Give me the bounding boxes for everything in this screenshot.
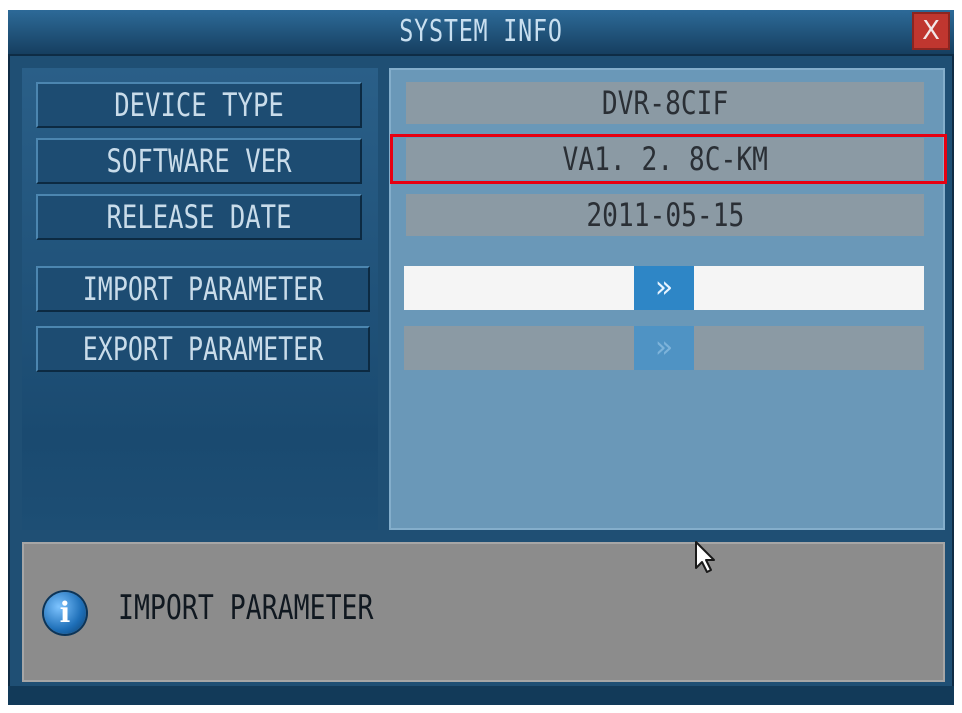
import-parameter-field[interactable]: » [404,266,924,310]
release-date-label: RELEASE DATE [106,198,292,236]
close-button[interactable]: X [912,12,950,50]
import-parameter-label-box[interactable]: IMPORT PARAMETER [36,266,370,312]
status-bar: i IMPORT PARAMETER [22,542,945,682]
export-parameter-label-box[interactable]: EXPORT PARAMETER [36,326,370,372]
export-parameter-right-bar [694,326,924,370]
info-icon: i [44,592,86,634]
release-date-label-box: RELEASE DATE [36,194,362,240]
system-info-window: SYSTEM INFO X DEVICE TYPE DVR-8CIF SOFTW… [8,10,954,705]
export-parameter-field[interactable]: » [404,326,924,370]
import-parameter-right-bar [694,266,924,310]
export-parameter-label: EXPORT PARAMETER [82,330,324,368]
device-type-label-box: DEVICE TYPE [36,82,362,128]
device-type-value-text: DVR-8CIF [601,84,729,122]
status-text: IMPORT PARAMETER [118,588,374,628]
release-date-value-text: 2011-05-15 [586,196,744,234]
software-ver-highlight-box [390,134,947,184]
bottom-strip [8,686,954,705]
import-parameter-arrow-button[interactable]: » [634,266,694,310]
title-bar: SYSTEM INFO X [8,10,954,56]
release-date-value: 2011-05-15 [406,194,924,236]
export-parameter-left-bar [404,326,634,370]
software-ver-label-box: SOFTWARE VER [36,138,362,184]
software-ver-label: SOFTWARE VER [106,142,292,180]
import-parameter-label: IMPORT PARAMETER [82,270,324,308]
device-type-label: DEVICE TYPE [114,86,284,124]
window-title: SYSTEM INFO [399,14,563,49]
mouse-cursor-icon [695,541,715,573]
device-type-value: DVR-8CIF [406,82,924,124]
import-parameter-left-bar [404,266,634,310]
export-parameter-arrow-button[interactable]: » [634,326,694,370]
